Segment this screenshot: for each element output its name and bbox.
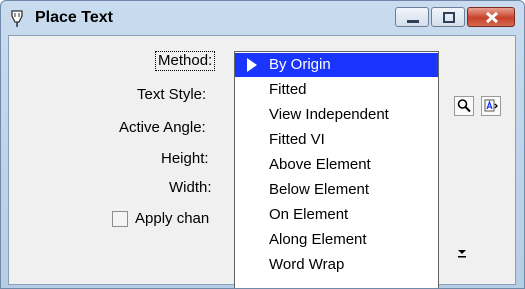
option-label: Below Element [269,181,370,198]
text-style-icon [484,99,498,112]
option-label: Along Element [269,231,367,248]
apply-changes-checkbox[interactable] [112,211,128,227]
option-label: Fitted [269,81,307,98]
method-option-on-element[interactable]: On Element [235,203,438,227]
method-dropdown-list[interactable]: By Origin Fitted View Independent Fitted… [234,51,439,288]
window-title: Place Text [35,9,113,26]
close-button[interactable] [467,7,515,27]
close-icon [485,11,499,24]
width-label: Width: [169,179,212,196]
method-option-fitted[interactable]: Fitted [235,78,438,102]
minimize-icon [407,20,419,23]
title-bar[interactable]: Place Text [1,1,524,35]
place-text-window: Place Text Method: Text Style: Active An… [0,0,525,289]
method-option-along-element[interactable]: Along Element [235,228,438,252]
option-label: On Element [269,206,349,223]
text-style-button[interactable] [481,96,501,116]
pick-text-button[interactable] [454,96,474,116]
method-option-view-independent[interactable]: View Independent [235,103,438,127]
maximize-button[interactable] [431,7,465,27]
minimize-button[interactable] [395,7,429,27]
maximize-icon [443,12,455,23]
option-label: Word Wrap [269,256,345,273]
option-label: View Independent [269,106,389,123]
method-option-by-origin[interactable]: By Origin [235,53,438,77]
method-option-word-wrap[interactable]: Word Wrap [235,253,438,277]
method-option-fitted-vi[interactable]: Fitted VI [235,128,438,152]
height-label: Height: [161,150,209,167]
apply-changes-label: Apply chan [135,210,210,227]
text-style-label: Text Style: [137,86,207,103]
option-label: Fitted VI [269,131,325,148]
selection-arrow-icon [247,58,257,72]
option-label: Above Element [269,156,371,173]
option-label: By Origin [269,56,331,73]
active-angle-label: Active Angle: [119,119,206,136]
pen-nib-icon [11,10,23,27]
method-option-above-element[interactable]: Above Element [235,153,438,177]
chevron-down-icon[interactable] [453,243,471,261]
method-label: Method: [155,51,216,71]
magnifier-icon [457,99,471,113]
method-option-below-element[interactable]: Below Element [235,178,438,202]
